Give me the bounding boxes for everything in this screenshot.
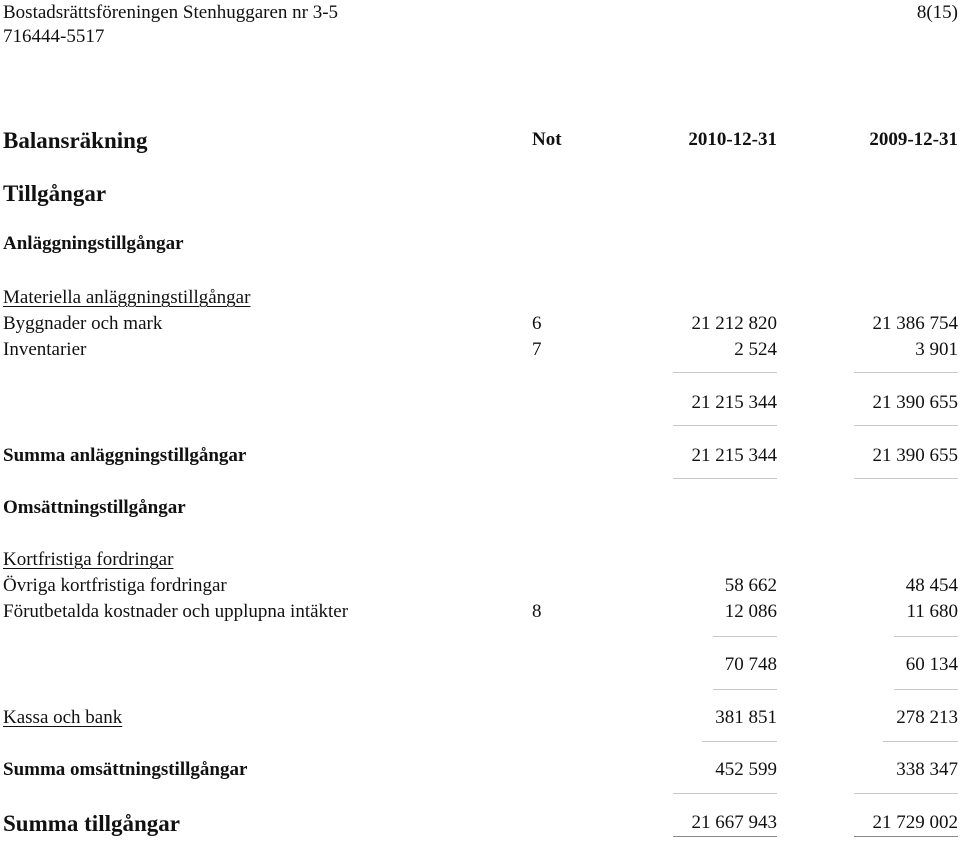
grand-total-label: Summa tillgångar	[3, 811, 180, 836]
subtotal-previous: 21 390 655	[872, 392, 959, 413]
grand-total-current: 21 667 943	[691, 812, 778, 833]
subtotal-current: 21 215 344	[691, 392, 778, 413]
subheading-receivables: Kortfristiga fordringar	[3, 549, 174, 570]
subheading-tangible-assets: Materiella anläggningstillgångar	[3, 287, 251, 308]
total-label: Summa omsättningstillgångar	[3, 759, 248, 780]
row-current: 2 524	[734, 339, 777, 360]
row-label: Övriga kortfristiga fordringar	[3, 575, 227, 596]
separator-line	[673, 793, 777, 794]
section-heading-assets: Tillgångar	[3, 181, 107, 206]
row-label: Byggnader och mark	[3, 313, 163, 334]
row-previous: 3 901	[915, 339, 958, 360]
row-note: 7	[532, 339, 542, 360]
separator-line	[673, 372, 777, 373]
separator-line	[713, 636, 777, 637]
section-heading-fixed-assets: Anläggningstillgångar	[3, 233, 184, 254]
row-previous: 278 213	[896, 707, 958, 728]
row-previous: 21 386 754	[872, 313, 959, 334]
separator-line	[894, 636, 958, 637]
row-note: 8	[532, 601, 542, 622]
separator-line	[702, 741, 777, 742]
total-previous: 338 347	[896, 759, 958, 780]
row-current: 21 212 820	[691, 313, 778, 334]
row-label: Inventarier	[3, 339, 87, 360]
separator-line	[673, 478, 777, 479]
separator-line	[894, 689, 958, 690]
statement-title: Balansräkning	[3, 128, 148, 153]
total-current: 452 599	[715, 759, 777, 780]
row-previous: 48 454	[905, 575, 958, 596]
subtotal-previous: 60 134	[905, 654, 958, 675]
column-header-note: Not	[532, 129, 562, 150]
row-label: Förutbetalda kostnader och upplupna intä…	[3, 601, 349, 622]
row-current: 12 086	[724, 601, 777, 622]
page-number: 8(15)	[916, 2, 958, 23]
column-header-previous: 2009-12-31	[869, 129, 958, 150]
separator-line	[673, 425, 777, 426]
row-note: 6	[532, 313, 542, 334]
subtotal-current: 70 748	[724, 654, 777, 675]
row-current: 58 662	[724, 575, 777, 596]
grand-total-previous: 21 729 002	[872, 812, 959, 833]
separator-line	[854, 478, 958, 479]
total-current: 21 215 344	[691, 445, 778, 466]
total-underline	[673, 836, 777, 837]
organization-number: 716444-5517	[3, 26, 105, 47]
row-label: Kassa och bank	[3, 707, 123, 728]
total-label: Summa anläggningstillgångar	[3, 445, 247, 466]
row-current: 381 851	[715, 707, 777, 728]
column-header-current: 2010-12-31	[688, 129, 777, 150]
section-heading-current-assets: Omsättningstillgångar	[3, 497, 186, 518]
row-previous: 11 680	[906, 601, 958, 622]
separator-line	[854, 372, 958, 373]
total-previous: 21 390 655	[872, 445, 959, 466]
total-underline	[854, 836, 958, 837]
organization-name: Bostadsrättsföreningen Stenhuggaren nr 3…	[3, 2, 339, 23]
separator-line	[854, 425, 958, 426]
separator-line	[854, 793, 958, 794]
separator-line	[883, 741, 958, 742]
separator-line	[713, 689, 777, 690]
